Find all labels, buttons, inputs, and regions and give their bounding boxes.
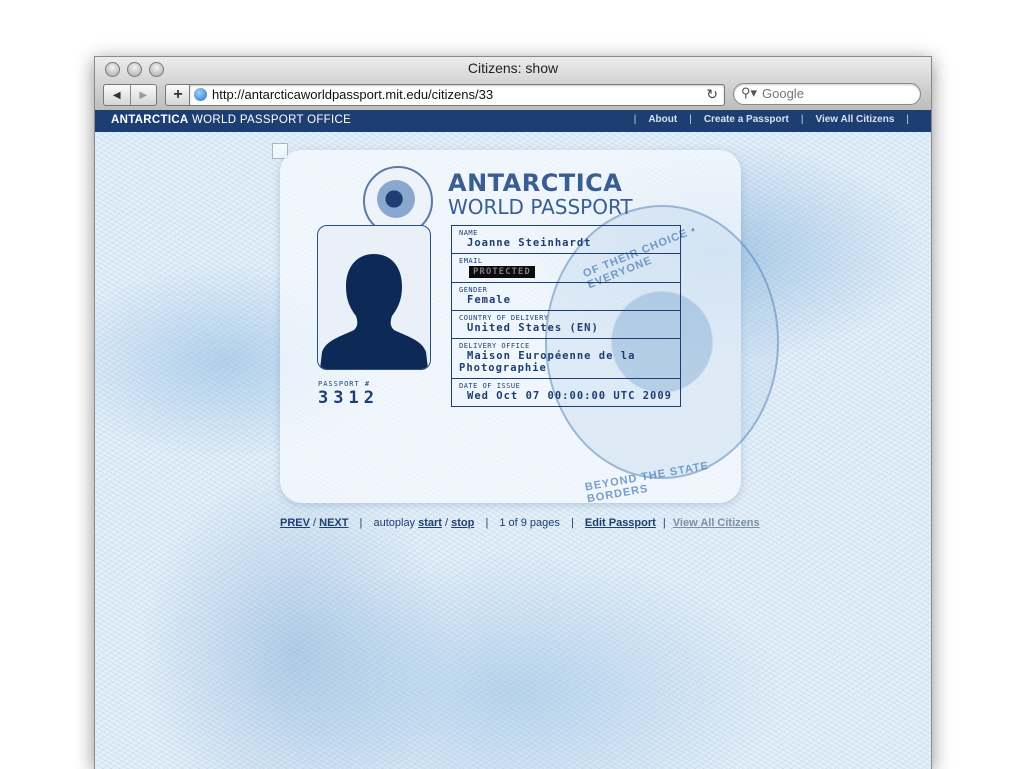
edit-passport-link[interactable]: Edit Passport xyxy=(585,517,656,529)
search-icon: ⚲▾ xyxy=(741,85,758,100)
passport-number-label: PASSPORT # xyxy=(318,380,371,388)
plus-icon: + xyxy=(173,86,183,103)
forward-button[interactable]: ▶ xyxy=(129,85,157,105)
field-label: EMAIL xyxy=(459,257,483,265)
field-value: Joanne Steinhardt xyxy=(467,237,592,249)
title-bar: Citizens: show ◀ ▶ + http://antarcticawo… xyxy=(95,57,931,111)
passport-number: 3312 xyxy=(318,388,379,408)
passport-fields: NAME Joanne Steinhardt EMAIL PROTECTED G… xyxy=(451,225,681,407)
pager-separator: | xyxy=(359,517,363,529)
pager-controls: PREV / NEXT | autoplay start / stop | 1 … xyxy=(280,517,760,529)
forward-arrow-icon: ▶ xyxy=(139,89,148,101)
nav-about-link[interactable]: About xyxy=(648,114,677,125)
page-info: 1 of 9 pages xyxy=(499,517,560,529)
brand-rest: WORLD PASSPORT OFFICE xyxy=(188,114,352,126)
passport-title-line1: ANTARCTICA xyxy=(448,169,623,197)
url-text[interactable]: http://antarcticaworldpassport.mit.edu/c… xyxy=(212,87,493,102)
nav-separator: | xyxy=(906,114,909,125)
back-arrow-icon: ◀ xyxy=(112,89,121,101)
nav-separator: | xyxy=(800,114,804,125)
search-box[interactable]: ⚲▾ xyxy=(733,83,921,105)
view-all-citizens-link[interactable]: View All Citizens xyxy=(673,517,760,529)
window-title: Citizens: show xyxy=(467,60,559,76)
next-link[interactable]: NEXT xyxy=(319,517,348,529)
search-input[interactable] xyxy=(760,85,914,102)
field-label: NAME xyxy=(459,229,478,237)
brand-bold: ANTARCTICA xyxy=(111,114,189,126)
nav-create-passport-link[interactable]: Create a Passport xyxy=(704,114,789,125)
field-delivery-office: DELIVERY OFFICE Maison Européenne de la … xyxy=(452,338,680,378)
history-buttons: ◀ ▶ xyxy=(103,84,157,106)
passport-title: ANTARCTICA WORLD PASSPORT xyxy=(448,170,633,218)
field-date-of-issue: DATE OF ISSUE Wed Oct 07 00:00:00 UTC 20… xyxy=(452,378,680,406)
citizen-photo xyxy=(317,225,431,370)
field-label: DATE OF ISSUE xyxy=(459,382,521,390)
nav-separator: | xyxy=(633,114,637,125)
silhouette-icon xyxy=(320,254,428,369)
autoplay-stop-link[interactable]: stop xyxy=(451,517,474,529)
pager-separator: | xyxy=(662,517,666,529)
field-value: Maison Européenne de la Photographie xyxy=(459,350,636,374)
field-value: Female xyxy=(467,294,511,306)
field-value: United States (EN) xyxy=(467,322,599,334)
reload-icon[interactable]: ↻ xyxy=(706,86,718,103)
field-label: DELIVERY OFFICE xyxy=(459,342,530,350)
site-nav: | About | Create a Passport | View All C… xyxy=(622,114,921,125)
field-label: COUNTRY OF DELIVERY xyxy=(459,314,549,322)
field-label: GENDER xyxy=(459,286,488,294)
site-header: ANTARCTICA WORLD PASSPORT OFFICE | About… xyxy=(95,110,931,132)
nav-separator: | xyxy=(689,114,692,125)
back-button[interactable]: ◀ xyxy=(104,85,130,105)
protected-badge: PROTECTED xyxy=(469,266,535,278)
pager-separator: | xyxy=(485,517,489,529)
passport-card: OF THEIR CHOICE • EVERYONE BEYOND THE ST… xyxy=(280,150,779,505)
field-gender: GENDER Female xyxy=(452,282,680,310)
field-country: COUNTRY OF DELIVERY United States (EN) xyxy=(452,310,680,338)
field-name: NAME Joanne Steinhardt xyxy=(452,226,680,253)
autoplay-start-link[interactable]: start xyxy=(418,517,442,529)
autoplay-label: autoplay xyxy=(373,517,416,529)
field-email: EMAIL PROTECTED xyxy=(452,253,680,282)
browser-window: Citizens: show ◀ ▶ + http://antarcticawo… xyxy=(94,56,932,769)
prev-link[interactable]: PREV xyxy=(280,517,310,529)
passport-title-line2: WORLD PASSPORT xyxy=(448,195,633,219)
pager-separator: | xyxy=(570,517,574,529)
field-value: Wed Oct 07 00:00:00 UTC 2009 xyxy=(467,390,673,402)
page-content: OF THEIR CHOICE • EVERYONE BEYOND THE ST… xyxy=(95,132,931,769)
add-bookmark-button[interactable]: + xyxy=(165,84,190,106)
site-brand[interactable]: ANTARCTICA WORLD PASSPORT OFFICE xyxy=(111,114,351,126)
globe-icon xyxy=(194,88,207,101)
address-bar[interactable]: http://antarcticaworldpassport.mit.edu/c… xyxy=(189,84,725,106)
nav-view-all-citizens-link[interactable]: View All Citizens xyxy=(815,114,894,125)
